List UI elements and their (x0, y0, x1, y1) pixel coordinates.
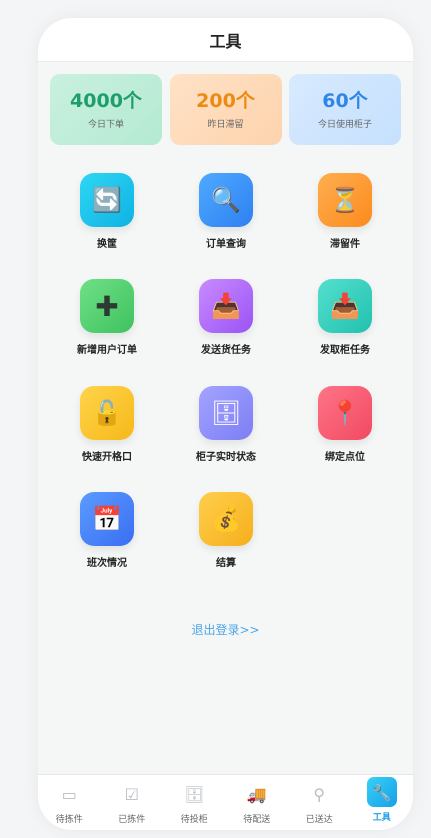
checkbox-icon: ☑ (124, 784, 139, 804)
pin-icon: ⚲ (313, 784, 326, 804)
tab-label: 工具 (372, 813, 391, 823)
tab-pending-delivery[interactable]: 🚚 待配送 (226, 775, 289, 830)
tab-label: 待配送 (243, 815, 271, 825)
stat-value: 4000个 (70, 90, 142, 112)
bottom-tab-bar: ▭ 待拣件 ☑ 已拣件 🗄 待投柜 🚚 待配送 ⚲ 已送达 🔧 工具 (38, 774, 413, 830)
stat-label: 今日下单 (87, 120, 124, 130)
tab-label: 已送达 (305, 815, 333, 825)
clipboard-icon: ▭ (61, 784, 77, 804)
tool-add-user-order[interactable]: ✚ 新增用户订单 (47, 279, 167, 364)
header-bar: 工具 (38, 18, 413, 62)
tab-picked[interactable]: ☑ 已拣件 (101, 775, 164, 830)
phone-frame: 工具 4000个 今日下单 200个 昨日滞留 60个 今日使用柜子 🔄 换筐 … (38, 18, 413, 830)
tool-label: 订单查询 (206, 239, 246, 250)
tab-label: 待拣件 (55, 815, 83, 825)
tool-label: 绑定点位 (325, 452, 365, 463)
tool-send-delivery-task[interactable]: 📥 发送货任务 (166, 279, 286, 364)
tab-tools[interactable]: 🔧 工具 (351, 775, 414, 830)
tool-label: 发送货任务 (201, 345, 251, 356)
tool-cabinet-pickup-task[interactable]: 📥 发取柜任务 (285, 279, 405, 364)
stat-label: 昨日滞留 (207, 120, 244, 130)
stat-card-today-orders[interactable]: 4000个 今日下单 (50, 74, 162, 145)
tool-swap-basket[interactable]: 🔄 换筐 (47, 173, 167, 258)
inbox-tray-icon: 📥 (199, 279, 253, 333)
truck-icon: 🚚 (246, 784, 267, 804)
tool-shift-status[interactable]: 📅 班次情况 (47, 492, 167, 577)
tool-label: 快速开格口 (82, 452, 132, 463)
tool-quick-open-slot[interactable]: 🔓 快速开格口 (47, 386, 167, 471)
tool-order-search[interactable]: 🔍 订单查询 (166, 173, 286, 258)
plus-icon: ✚ (80, 279, 134, 333)
stat-card-cabinets-used[interactable]: 60个 今日使用柜子 (289, 74, 401, 145)
wrench-icon: 🔧 (366, 777, 397, 807)
tool-label: 发取柜任务 (320, 345, 370, 356)
stat-card-yesterday-retained[interactable]: 200个 昨日滞留 (169, 74, 282, 145)
stat-value: 200个 (196, 90, 255, 112)
tool-settlement[interactable]: 💰 结算 (166, 492, 286, 577)
tab-pending-cabinet[interactable]: 🗄 待投柜 (163, 775, 226, 830)
tab-label: 已拣件 (118, 815, 146, 825)
stat-value: 60个 (322, 90, 368, 112)
calendar-icon: 📅 (80, 492, 134, 546)
tab-delivered[interactable]: ⚲ 已送达 (288, 775, 351, 830)
tool-label: 滞留件 (330, 239, 360, 250)
hourglass-icon: ⏳ (318, 173, 372, 227)
swap-icon: 🔄 (80, 173, 134, 227)
stat-label: 今日使用柜子 (317, 120, 372, 130)
tool-label: 换筐 (97, 239, 117, 250)
tab-label: 待投柜 (180, 815, 208, 825)
logout-link[interactable]: 退出登录>> (38, 621, 413, 638)
tool-cabinet-status[interactable]: 🗄 柜子实时状态 (166, 386, 286, 471)
tool-label: 新增用户订单 (77, 345, 137, 356)
tab-pending-pick[interactable]: ▭ 待拣件 (38, 775, 101, 830)
pin-icon: 📍 (318, 386, 372, 440)
tool-retained-items[interactable]: ⏳ 滞留件 (285, 173, 405, 258)
cabinet-icon: 🗄 (184, 784, 205, 804)
inbox-tray-icon: 📥 (318, 279, 372, 333)
tool-label: 柜子实时状态 (196, 452, 256, 463)
stats-row: 4000个 今日下单 200个 昨日滞留 60个 今日使用柜子 (50, 74, 401, 145)
cabinet-icon: 🗄 (199, 386, 253, 440)
unlock-icon: 🔓 (80, 386, 134, 440)
tool-bind-location[interactable]: 📍 绑定点位 (285, 386, 405, 471)
magnifier-icon: 🔍 (199, 173, 253, 227)
tool-label: 结算 (216, 558, 236, 569)
page-title: 工具 (209, 31, 242, 51)
money-bag-icon: 💰 (199, 492, 253, 546)
tool-label: 班次情况 (87, 558, 127, 569)
